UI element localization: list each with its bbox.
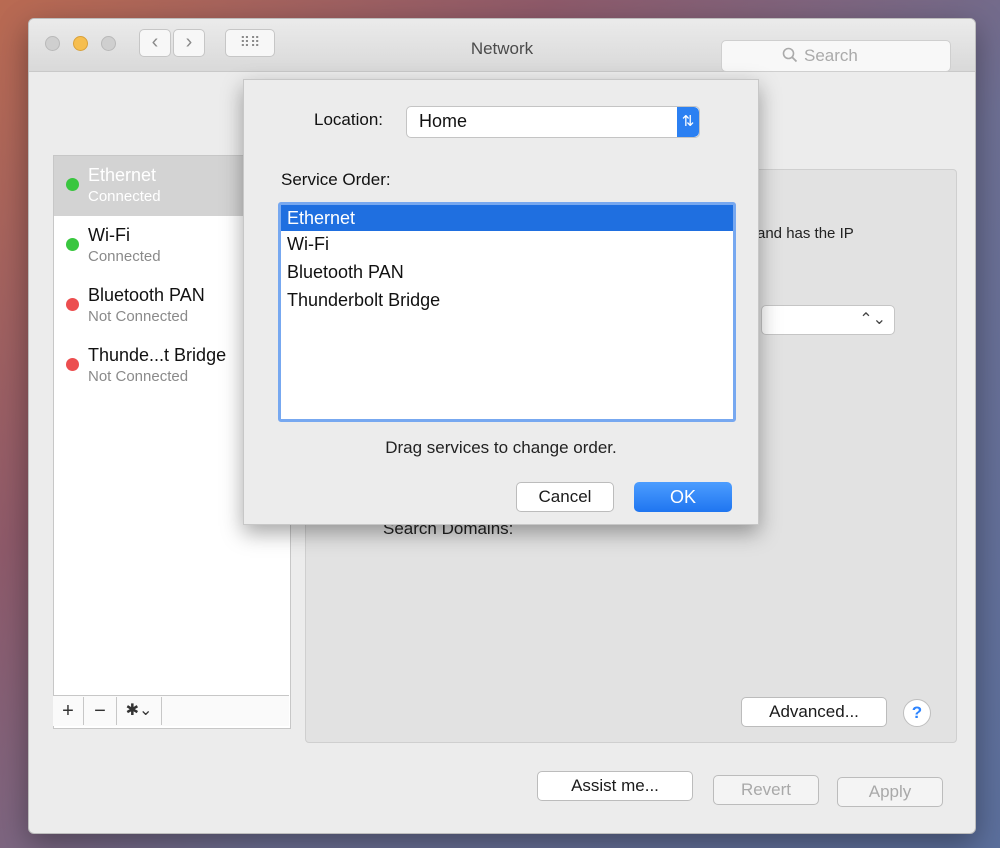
service-order-sheet: Location: Home ⇅ Service Order: Ethernet…	[243, 79, 759, 525]
status-dot-icon	[66, 238, 79, 251]
status-dot-icon	[66, 178, 79, 191]
add-service-button[interactable]: +	[53, 697, 84, 725]
list-item-label: Thunderbolt Bridge	[287, 290, 441, 310]
service-name: Wi-Fi	[88, 225, 130, 245]
titlebar: ‹ › ⠿⠿ Network Search	[29, 19, 975, 72]
list-item[interactable]: Wi-Fi	[281, 231, 733, 257]
service-name: Bluetooth PAN	[88, 285, 205, 305]
search-placeholder: Search	[804, 46, 858, 65]
service-name: Thunde...t Bridge	[88, 345, 227, 365]
service-name: Ethernet	[88, 165, 157, 185]
updown-arrows-icon: ⇅	[677, 107, 699, 137]
service-order-list[interactable]: Ethernet Wi-Fi Bluetooth PAN Thunderbolt…	[278, 202, 736, 422]
list-item-label: Wi-Fi	[287, 234, 329, 254]
configure-popup[interactable]: ⌃⌄	[761, 305, 895, 335]
service-status: Connected	[88, 188, 161, 205]
location-label: Location:	[314, 110, 383, 129]
service-status: Not Connected	[88, 368, 189, 385]
remove-service-button[interactable]: −	[84, 697, 117, 725]
service-status: Connected	[88, 248, 161, 265]
status-dot-icon	[66, 358, 79, 371]
updown-arrows-icon: ⌃⌄	[859, 311, 886, 328]
location-value: Home	[419, 111, 468, 131]
list-item[interactable]: Ethernet	[281, 205, 733, 231]
ok-button[interactable]: OK	[634, 482, 732, 512]
search-field[interactable]: Search	[721, 40, 951, 72]
help-icon: ?	[911, 703, 923, 722]
help-button[interactable]: ?	[903, 699, 931, 727]
location-popup[interactable]: Home ⇅	[406, 106, 700, 138]
service-status: Not Connected	[88, 308, 189, 325]
cancel-button[interactable]: Cancel	[516, 482, 614, 512]
list-item-label: Bluetooth PAN	[287, 262, 404, 282]
service-order-label: Service Order:	[281, 170, 391, 189]
apply-button[interactable]: Apply	[837, 777, 943, 807]
status-dot-icon	[66, 298, 79, 311]
list-item[interactable]: Bluetooth PAN	[281, 259, 733, 285]
assist-me-button[interactable]: Assist me...	[537, 771, 693, 801]
gear-icon: ✱⌄	[125, 702, 153, 719]
revert-button[interactable]: Revert	[713, 775, 819, 805]
network-preferences-window: ‹ › ⠿⠿ Network Search Ethernet Connected…	[28, 18, 976, 834]
drag-instructions: Drag services to change order.	[385, 438, 617, 457]
sidebar-controls: + − ✱⌄	[53, 695, 289, 726]
advanced-button[interactable]: Advanced...	[741, 697, 887, 727]
list-item[interactable]: Thunderbolt Bridge	[281, 287, 733, 313]
search-icon	[782, 47, 798, 68]
gear-menu-button[interactable]: ✱⌄	[117, 697, 162, 725]
list-item-label: Ethernet	[287, 208, 356, 228]
ip-status-note: and has the IP	[757, 225, 854, 242]
